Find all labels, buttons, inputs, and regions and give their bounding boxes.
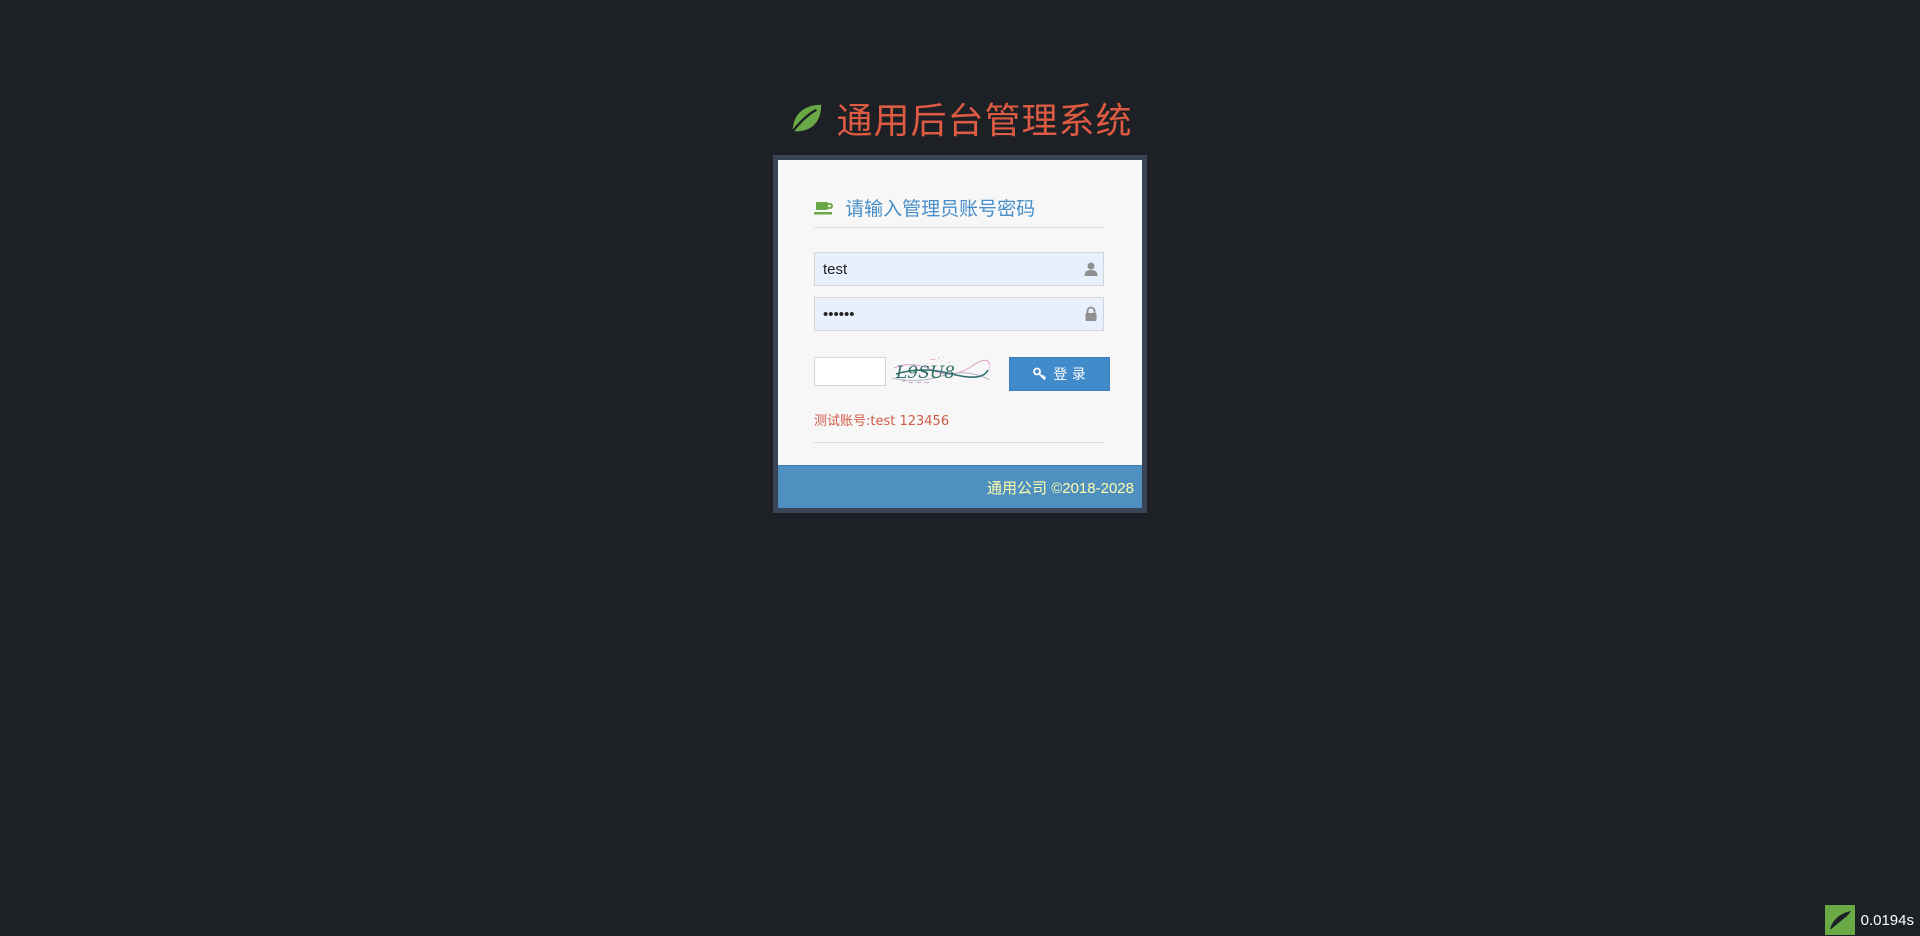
app-title-text: 通用后台管理系统 xyxy=(836,101,1133,142)
page-timer: 0.0194s xyxy=(1824,904,1920,936)
coffee-icon xyxy=(814,201,833,214)
key-icon xyxy=(1033,367,1047,381)
login-header: 请输入管理员账号密码 xyxy=(814,194,1104,228)
divider xyxy=(814,442,1104,443)
login-header-text: 请输入管理员账号密码 xyxy=(845,198,1036,220)
svg-text:° ~ ~ ~: ° ~ ~ ~ xyxy=(902,379,930,387)
leaf-icon xyxy=(791,104,822,133)
login-body: 请输入管理员账号密码 test L9SU8 ~ ' ` , ° ~ ~ ~ 登 … xyxy=(778,160,1142,469)
framework-logo-icon xyxy=(1824,905,1855,935)
test-account-hint: 测试账号:test 123456 xyxy=(814,414,950,429)
password-field xyxy=(814,297,1104,331)
page-load-time: 0.0194s xyxy=(1860,911,1914,929)
password-input[interactable] xyxy=(815,298,1081,330)
svg-text:~ ' ` ,: ~ ' ` , xyxy=(930,356,950,364)
captcha-image[interactable]: L9SU8 ~ ' ` , ° ~ ~ ~ xyxy=(892,354,990,388)
login-button[interactable]: 登 录 xyxy=(1009,357,1110,391)
username-field xyxy=(814,252,1104,286)
login-button-label: 登 录 xyxy=(1053,367,1086,383)
login-box: 请输入管理员账号密码 test L9SU8 ~ ' ` , ° ~ ~ ~ 登 … xyxy=(773,155,1147,513)
captcha-input[interactable] xyxy=(814,357,886,386)
user-icon xyxy=(1084,262,1098,276)
app-title: 通用后台管理系统 xyxy=(0,92,1920,144)
login-page: 通用后台管理系统 请输入管理员账号密码 test L9SU8 ~ ' ` , °… xyxy=(0,0,1920,936)
username-input[interactable] xyxy=(815,253,1081,285)
copyright-text: 通用公司 ©2018-2028 xyxy=(987,480,1134,497)
lock-icon xyxy=(1085,306,1097,321)
login-footer: 通用公司 ©2018-2028 xyxy=(778,465,1142,508)
